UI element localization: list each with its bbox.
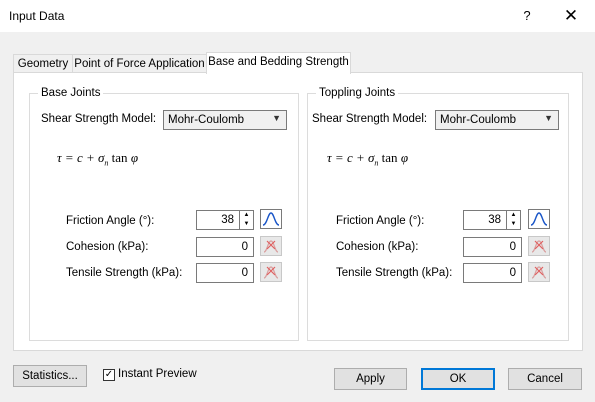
tab-base-and-bedding-strength[interactable]: Base and Bedding Strength <box>206 52 351 74</box>
toppling-tensile-input[interactable]: 0 <box>463 263 522 283</box>
base-friction-input[interactable]: 38 <box>196 210 240 230</box>
sigma-n-symbol: σn <box>368 150 379 168</box>
base-formula: τ = c + σn tan φ <box>57 150 139 168</box>
distribution-disabled-icon <box>531 240 547 253</box>
instant-preview-label: Instant Preview <box>118 368 197 380</box>
base-joints-title: Base Joints <box>38 86 104 100</box>
normal-distribution-icon <box>262 212 280 226</box>
base-tensile-distribution-button[interactable] <box>260 262 282 282</box>
toppling-cohesion-label: Cohesion (kPa): <box>336 241 419 253</box>
toppling-model-select[interactable]: Mohr-Coulomb ▼ <box>435 110 559 130</box>
toppling-tensile-label: Tensile Strength (kPa): <box>336 267 453 279</box>
tab-geometry[interactable]: Geometry <box>13 54 73 73</box>
base-joints-group: Base Joints Shear Strength Model: Mohr-C… <box>29 86 299 341</box>
close-button[interactable]: ✕ <box>556 0 586 32</box>
distribution-disabled-icon <box>263 266 279 279</box>
chevron-down-icon: ▼ <box>544 113 553 123</box>
toppling-cohesion-distribution-button[interactable] <box>528 236 550 256</box>
base-friction-value: 38 <box>221 214 234 226</box>
base-model-select[interactable]: Mohr-Coulomb ▼ <box>163 110 287 130</box>
spin-up-icon[interactable]: ▲ <box>507 211 520 220</box>
instant-preview-checkbox[interactable]: ✓ <box>103 369 115 381</box>
chevron-down-icon: ▼ <box>272 113 281 123</box>
ok-button[interactable]: OK <box>421 368 495 390</box>
toppling-tensile-distribution-button[interactable] <box>528 262 550 282</box>
cancel-button[interactable]: Cancel <box>508 368 582 390</box>
toppling-friction-distribution-button[interactable] <box>528 209 550 229</box>
base-cohesion-distribution-button[interactable] <box>260 236 282 256</box>
normal-distribution-icon <box>530 212 548 226</box>
tab-panel: Base Joints Shear Strength Model: Mohr-C… <box>13 72 583 351</box>
base-cohesion-input[interactable]: 0 <box>196 237 254 257</box>
base-tensile-label: Tensile Strength (kPa): <box>66 267 183 279</box>
help-button[interactable]: ? <box>516 0 538 32</box>
base-tensile-value: 0 <box>241 267 248 279</box>
tan-text: tan <box>111 150 128 165</box>
phi-symbol: φ <box>400 150 409 165</box>
statistics-button[interactable]: Statistics... <box>13 365 87 387</box>
toppling-friction-label: Friction Angle (°): <box>336 215 425 227</box>
distribution-disabled-icon <box>531 266 547 279</box>
toppling-cohesion-value: 0 <box>509 241 516 253</box>
tan-text: tan <box>381 150 398 165</box>
c-symbol: c <box>346 150 353 165</box>
base-friction-label: Friction Angle (°): <box>66 215 155 227</box>
toppling-joints-title: Toppling Joints <box>316 86 399 100</box>
toppling-tensile-value: 0 <box>509 267 516 279</box>
spin-down-icon[interactable]: ▼ <box>507 220 520 229</box>
phi-symbol: φ <box>130 150 139 165</box>
tab-point-of-force-application[interactable]: Point of Force Application <box>72 54 207 73</box>
base-friction-distribution-button[interactable] <box>260 209 282 229</box>
tau-symbol: τ <box>327 150 332 165</box>
base-cohesion-value: 0 <box>241 241 248 253</box>
toppling-joints-group: Toppling Joints Shear Strength Model: Mo… <box>307 86 569 341</box>
title-bar: Input Data ? ✕ <box>0 0 595 32</box>
apply-button[interactable]: Apply <box>334 368 407 390</box>
distribution-disabled-icon <box>263 240 279 253</box>
base-cohesion-label: Cohesion (kPa): <box>66 241 149 253</box>
toppling-formula: τ = c + σn tan φ <box>327 150 409 168</box>
toppling-cohesion-input[interactable]: 0 <box>463 237 522 257</box>
tau-symbol: τ <box>57 150 62 165</box>
c-symbol: c <box>76 150 83 165</box>
sigma-n-symbol: σn <box>98 150 109 168</box>
spin-up-icon[interactable]: ▲ <box>240 211 253 220</box>
toppling-model-label: Shear Strength Model: <box>312 113 428 125</box>
spin-down-icon[interactable]: ▼ <box>240 220 253 229</box>
window-title: Input Data <box>9 9 65 23</box>
base-model-value: Mohr-Coulomb <box>168 114 245 126</box>
base-friction-stepper[interactable]: ▲ ▼ <box>240 210 254 230</box>
toppling-friction-stepper[interactable]: ▲ ▼ <box>507 210 521 230</box>
base-tensile-input[interactable]: 0 <box>196 263 254 283</box>
base-model-label: Shear Strength Model: <box>41 113 157 125</box>
toppling-friction-input[interactable]: 38 <box>463 210 507 230</box>
toppling-model-value: Mohr-Coulomb <box>440 114 517 126</box>
toppling-friction-value: 38 <box>488 214 501 226</box>
